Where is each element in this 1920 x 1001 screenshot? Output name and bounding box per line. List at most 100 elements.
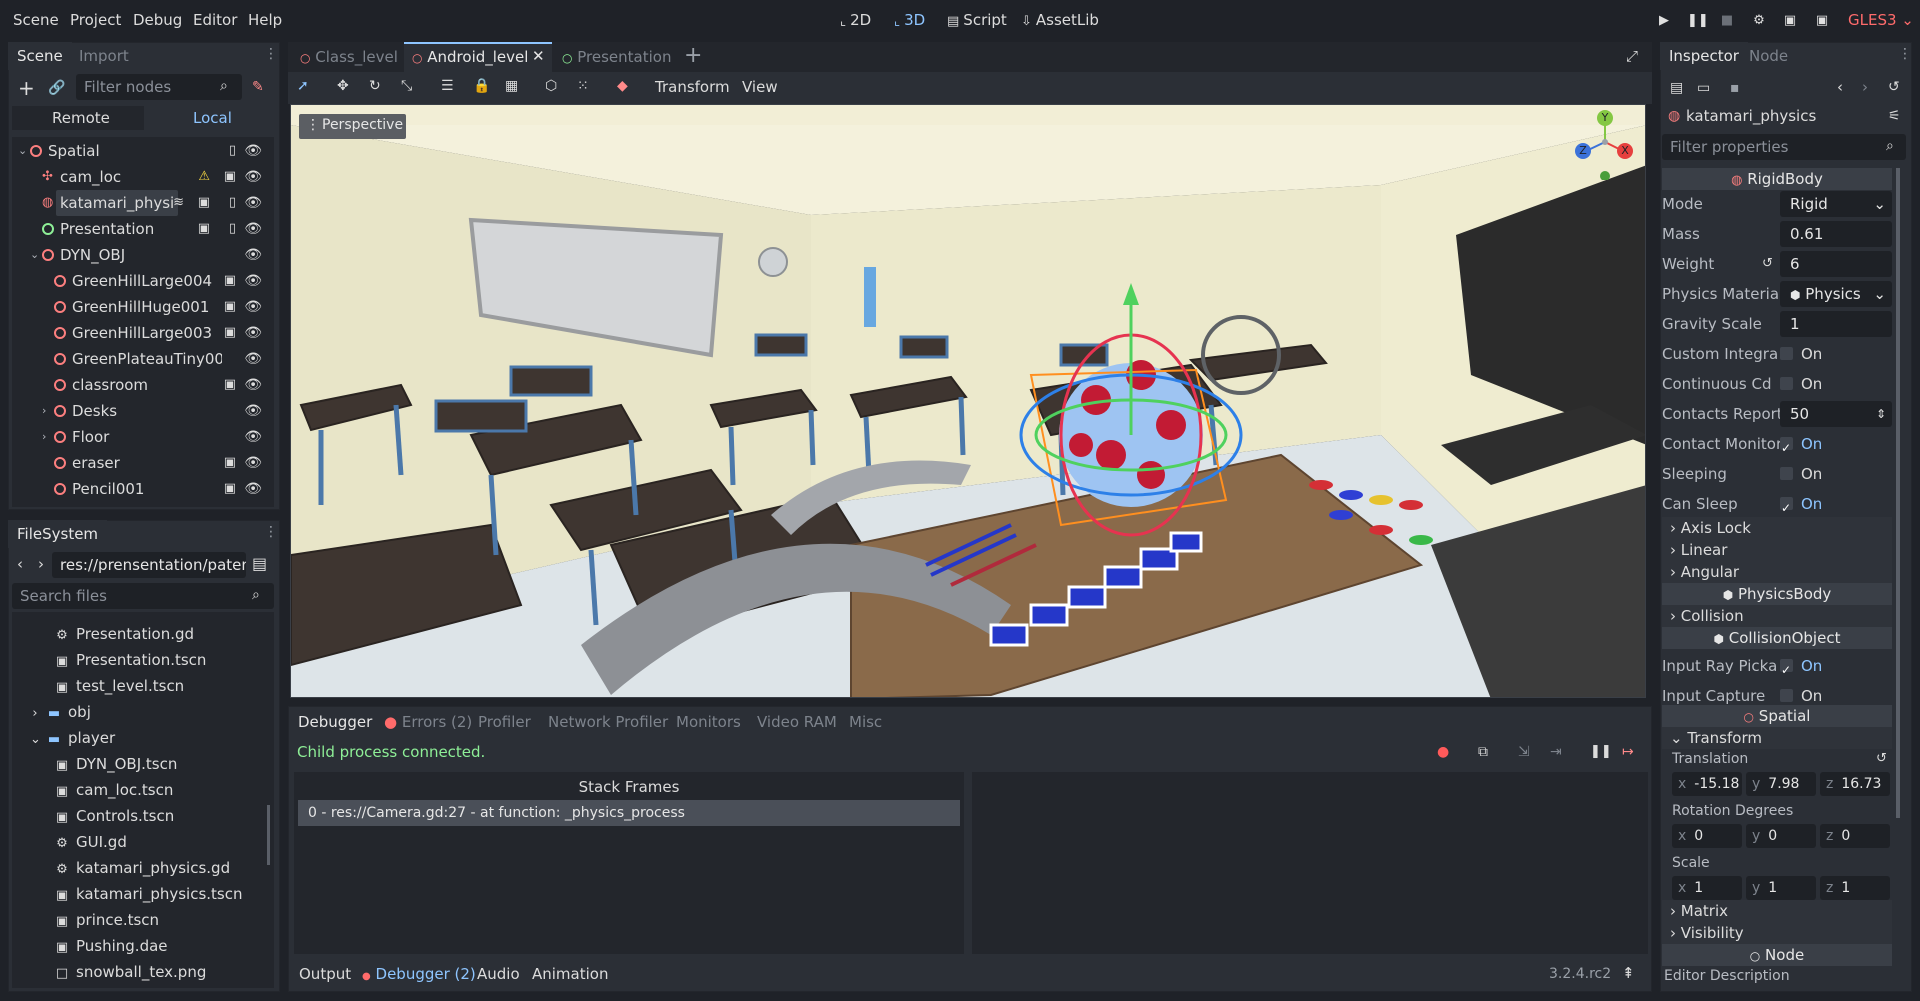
object-name[interactable]: katamari_physics: [1686, 107, 1816, 125]
group-linear[interactable]: › Linear: [1662, 539, 1892, 561]
visibility-eye-icon[interactable]: 👁: [244, 320, 262, 346]
visibility-eye-icon[interactable]: 👁: [244, 294, 262, 320]
open-scene-icon[interactable]: ▣: [224, 320, 236, 346]
expand-panel-icon[interactable]: ⇞: [1622, 964, 1635, 982]
group-matrix[interactable]: › Matrix: [1662, 900, 1892, 922]
tree-node-greenhilllarge004[interactable]: GreenHillLarge004 ▣ 👁: [12, 268, 274, 294]
visibility-eye-icon[interactable]: 👁: [244, 424, 262, 450]
tab-android-level[interactable]: ○ Android_level: [412, 48, 528, 66]
file-item[interactable]: ▣ prince.tscn: [54, 907, 159, 933]
inspector-scrollbar[interactable]: [1896, 168, 1900, 818]
new-tab-icon[interactable]: +: [684, 43, 702, 68]
tree-node-greenhilllarge003[interactable]: GreenHillLarge003 ▣ 👁: [12, 320, 274, 346]
script-icon[interactable]: ▯: [229, 190, 236, 216]
file-item[interactable]: ▣ test_level.tscn: [54, 673, 184, 699]
save-resource-icon[interactable]: ▪: [1730, 80, 1740, 96]
workspace-assetlib-button[interactable]: ⇩ AssetLib: [1021, 11, 1099, 29]
tab-debugger[interactable]: Debugger: [290, 708, 381, 736]
split-view-icon[interactable]: ▤: [252, 554, 267, 573]
continue-icon[interactable]: ↦: [1622, 744, 1634, 760]
mode-dropdown[interactable]: Rigid ⌄: [1780, 191, 1892, 217]
transform-menu[interactable]: Transform: [655, 78, 730, 96]
tree-node-classroom[interactable]: classroom ▣ 👁: [12, 372, 274, 398]
workspace-script-button[interactable]: ▤ Script: [947, 11, 1007, 29]
collisionobject-section[interactable]: ⬢ CollisionObject: [1662, 627, 1892, 649]
play-custom-scene-icon[interactable]: ▣: [1813, 12, 1831, 30]
rotation-z-field[interactable]: z0: [1820, 824, 1890, 848]
scale-x-field[interactable]: x1: [1672, 876, 1742, 900]
tree-node-greenplateautiny[interactable]: GreenPlateauTiny00 👁: [12, 346, 274, 372]
remote-debug-icon[interactable]: ⚙: [1750, 12, 1768, 30]
visibility-eye-icon[interactable]: 👁: [244, 450, 262, 476]
can-sleep-checkbox[interactable]: On: [1780, 489, 1822, 523]
menu-editor[interactable]: Editor: [193, 11, 237, 29]
scale-tool-icon[interactable]: ⤡: [401, 78, 412, 94]
tree-node-floor[interactable]: › Floor 👁: [12, 424, 274, 450]
file-item[interactable]: ▣ Controls.tscn: [54, 803, 174, 829]
tab-class-level[interactable]: ○ Class_level: [300, 48, 398, 66]
dock-menu-icon[interactable]: ⋮: [264, 46, 278, 62]
renderer-selector[interactable]: GLES3 ⌄: [1848, 11, 1914, 29]
tree-node-dyn-obj[interactable]: ⌄ DYN_OBJ 👁: [12, 242, 274, 268]
create-resource-icon[interactable]: ▤: [1670, 80, 1683, 96]
file-item[interactable]: ⚙ GUI.gd: [54, 829, 127, 855]
open-scene-icon[interactable]: ▣: [224, 294, 236, 320]
load-resource-icon[interactable]: ▭: [1697, 80, 1710, 96]
warning-icon[interactable]: ⚠: [198, 164, 210, 190]
workspace-3d-button[interactable]: ⌞ 3D: [894, 11, 925, 29]
tab-filesystem[interactable]: FileSystem: [8, 520, 108, 548]
dock-menu-icon[interactable]: ⋮: [1898, 46, 1912, 62]
visibility-eye-icon[interactable]: 👁: [244, 216, 262, 242]
snap-icon[interactable]: ⁙: [577, 78, 589, 94]
script-icon[interactable]: ▯: [229, 138, 236, 164]
file-item[interactable]: □ snowball_tex.png: [54, 959, 207, 985]
physics-material-field[interactable]: ⬢ Physics ⌄: [1780, 281, 1892, 307]
workspace-2d-button[interactable]: ⌞ 2D: [840, 11, 871, 29]
open-scene-icon[interactable]: ▣: [198, 216, 210, 242]
tab-audio[interactable]: Audio: [477, 965, 520, 983]
spatial-section[interactable]: ○ Spatial: [1662, 705, 1892, 727]
close-tab-icon[interactable]: ✕: [532, 47, 545, 65]
remote-tab[interactable]: Remote: [52, 109, 110, 127]
mass-field[interactable]: 0.61: [1780, 221, 1892, 247]
group-visibility[interactable]: › Visibility: [1662, 922, 1892, 944]
rotation-x-field[interactable]: x0: [1672, 824, 1742, 848]
file-item[interactable]: ▣ cam_loc.tscn: [54, 777, 174, 803]
gravity-scale-field[interactable]: 1: [1780, 311, 1892, 337]
file-item[interactable]: ▣ Pushing.dae: [54, 933, 168, 959]
back-arrow-icon[interactable]: ‹: [17, 555, 23, 573]
visibility-eye-icon[interactable]: 👁: [244, 268, 262, 294]
object-properties-icon[interactable]: ⚟: [1888, 108, 1901, 124]
visibility-eye-icon[interactable]: 👁: [244, 164, 262, 190]
node-section[interactable]: ○ Node: [1662, 944, 1892, 966]
tab-presentation[interactable]: ○ Presentation: [562, 48, 671, 66]
tree-node-desks[interactable]: › Desks 👁: [12, 398, 274, 424]
tab-animation[interactable]: Animation: [532, 965, 608, 983]
tree-node-katamari[interactable]: ◍ katamari_physi ≋ ▣ ▯ 👁: [12, 190, 274, 216]
scale-z-field[interactable]: z1: [1820, 876, 1890, 900]
history-icon[interactable]: ↺: [1888, 79, 1900, 95]
open-scene-icon[interactable]: ▣: [224, 164, 236, 190]
file-item[interactable]: ⚙ Presentation.gd: [54, 621, 194, 647]
physicsbody-section[interactable]: ⬢ PhysicsBody: [1662, 583, 1892, 605]
tab-output[interactable]: Output: [299, 965, 351, 983]
step-into-icon[interactable]: ⇲: [1518, 744, 1530, 760]
play-icon[interactable]: ▶: [1655, 12, 1673, 30]
visibility-eye-icon[interactable]: 👁: [244, 190, 262, 216]
gizmo-x-axis[interactable]: X: [1617, 143, 1633, 159]
folder-item[interactable]: ⌄ ▬ player: [30, 725, 115, 751]
breakpoint-icon[interactable]: ●: [1437, 744, 1449, 760]
stop-icon[interactable]: ■: [1718, 12, 1736, 30]
tab-import[interactable]: Import: [70, 42, 138, 70]
contact-monitor-checkbox[interactable]: On: [1780, 429, 1822, 463]
input-ray-pickable-checkbox[interactable]: On: [1780, 651, 1822, 685]
tree-node-greenhillhuge001[interactable]: GreenHillHuge001 ▣ 👁: [12, 294, 274, 320]
tree-node-cam-loc[interactable]: ✣ cam_loc ⚠ ▣ 👁: [12, 164, 274, 190]
filter-properties-input[interactable]: Filter properties: [1662, 134, 1906, 160]
file-item[interactable]: ⚙ katamari_physics.gd: [54, 855, 230, 881]
tab-misc[interactable]: Misc: [841, 708, 890, 736]
rotate-tool-icon[interactable]: ↻: [369, 78, 381, 94]
group-collision[interactable]: › Collision: [1662, 605, 1892, 627]
tree-node-presentation[interactable]: Presentation ▣ ▯ 👁: [12, 216, 274, 242]
open-scene-icon[interactable]: ▣: [224, 476, 236, 502]
